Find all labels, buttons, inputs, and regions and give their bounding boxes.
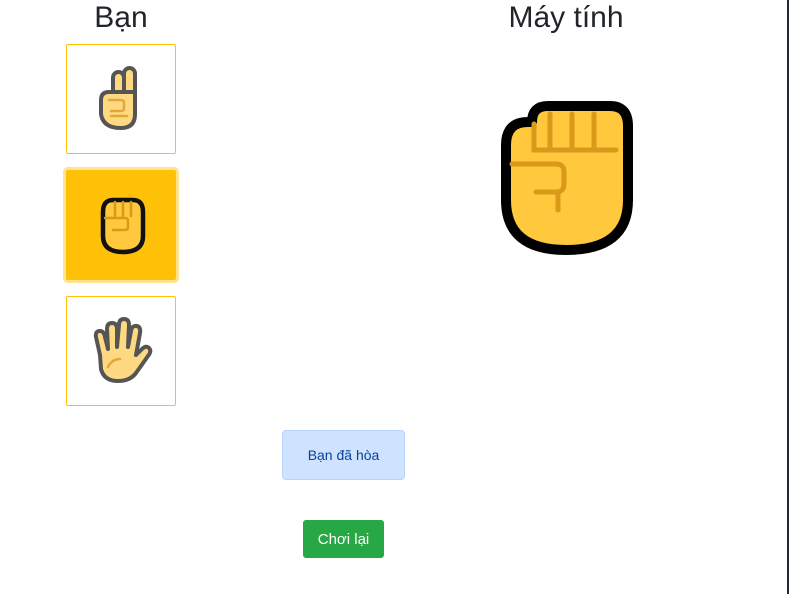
- replay-button[interactable]: Chơi lại: [303, 520, 384, 558]
- raised-fist-icon: [100, 197, 146, 255]
- choice-paper-button[interactable]: [66, 296, 176, 406]
- computer-choice-icon: [501, 101, 633, 255]
- raised-hand-icon: [93, 317, 153, 383]
- victory-hand-icon: [99, 66, 137, 130]
- result-alert: Bạn đã hòa: [282, 430, 405, 480]
- choice-rock-button[interactable]: [66, 170, 176, 280]
- player-title: Bạn: [94, 1, 148, 34]
- choice-scissors-button[interactable]: [66, 44, 176, 154]
- game-page: Bạn Máy tính Bạn đã hòa Chơi lại: [0, 0, 789, 594]
- computer-title: Máy tính: [508, 1, 624, 34]
